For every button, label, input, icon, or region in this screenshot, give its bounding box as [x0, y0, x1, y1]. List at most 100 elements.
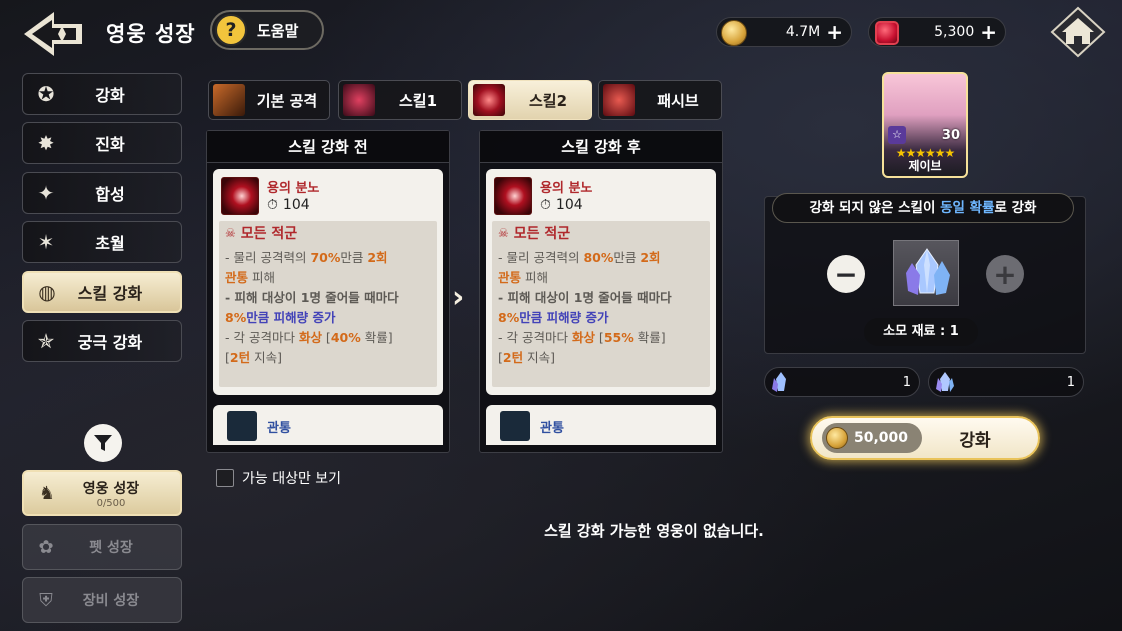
- ruby-currency: 5,300 +: [868, 17, 1006, 47]
- tab-label: 패시브: [657, 91, 699, 110]
- dragon-rage-icon: [221, 177, 259, 215]
- target-label: ☠ 모든 적군: [498, 226, 571, 242]
- checkbox-label: 가능 대상만 보기: [242, 471, 342, 487]
- desc-line: - 물리 공격력의 70%만큼 2회: [225, 250, 388, 265]
- menu-item-ultimate-enhance[interactable]: ✯ 궁극 강화: [22, 320, 182, 362]
- tab-hero-growth[interactable]: ♞ 영웅 성장 0/500: [22, 470, 182, 516]
- target-label: ☠ 모든 적군: [225, 226, 298, 242]
- tab-skill1[interactable]: 스킬1: [338, 80, 462, 120]
- tab-label: 기본 공격: [256, 91, 318, 110]
- material-cost-label: 소모 재료 : 1: [864, 318, 978, 346]
- menu-item-label: 합성: [95, 185, 125, 204]
- material-slot-2[interactable]: 1: [928, 367, 1084, 397]
- hero-growth-count: 0/500: [96, 497, 126, 509]
- back-arrow-icon: [24, 12, 82, 56]
- enhance-button[interactable]: 50,000 강화: [810, 416, 1040, 460]
- desc-line: 관통 피해: [225, 270, 275, 285]
- question-icon: ?: [215, 14, 247, 46]
- next-skill-name: 관통: [267, 421, 291, 436]
- desc-line: - 각 공격마다 화상 [40% 확률]: [225, 330, 393, 345]
- funnel-icon: [94, 435, 112, 451]
- hero-portrait[interactable]: ☆ 30 ★★★★★★ 제이브: [882, 72, 968, 178]
- plus-button[interactable]: +: [986, 255, 1024, 293]
- skull-icon: ☠: [498, 226, 509, 240]
- available-only-toggle[interactable]: 가능 대상만 보기: [216, 468, 341, 488]
- menu-item-label: 강화: [95, 86, 125, 105]
- enhance-cost: 50,000: [822, 423, 922, 453]
- gold-coin-icon: [721, 20, 747, 46]
- skill-card: 용의 분노 ⏱ 104 ☠ 모든 적군 - 물리 공격력의 70%만큼 2회 관통 …: [213, 169, 443, 395]
- checkbox[interactable]: [216, 469, 234, 487]
- gold-amount: 4.7M: [785, 24, 821, 40]
- tab-gear-growth[interactable]: ⛨ 장비 성장: [22, 577, 182, 623]
- next-skill-name: 관통: [540, 421, 564, 436]
- menu-item-enhance[interactable]: ✪ 강화: [22, 73, 182, 115]
- desc-line: - 물리 공격력의 80%만큼 2회: [498, 250, 661, 265]
- pet-growth-label: 펫 성장: [89, 540, 133, 556]
- passive-icon: [603, 84, 635, 116]
- menu-item-transcend[interactable]: ✶ 초월: [22, 221, 182, 263]
- page-title: 영웅 성장: [106, 22, 196, 46]
- desc-line: - 각 공격마다 화상 [55% 확률]: [498, 330, 666, 345]
- dragon-rage-icon: [494, 177, 532, 215]
- tab-skill2[interactable]: 스킬2: [468, 80, 592, 120]
- desc-line: [2턴 지속]: [498, 350, 555, 365]
- panel-title: 스킬 강화 후: [480, 131, 722, 163]
- tab-basic-attack[interactable]: 기본 공격: [208, 80, 330, 120]
- menu-item-fusion[interactable]: ✦ 합성: [22, 172, 182, 214]
- enhance-cost-value: 50,000: [854, 430, 909, 446]
- enhance-rule-banner: 강화 되지 않은 스킬이 동일 확률로 강화: [772, 193, 1074, 223]
- hero-silhouette-icon: ♞: [38, 482, 56, 504]
- pierce-icon: [227, 411, 257, 441]
- crystal-icon: [906, 248, 950, 295]
- desc-line: 8%만큼 피해량 증가: [225, 310, 336, 325]
- ultimate-star-icon: ✯: [37, 329, 55, 353]
- tab-label: 스킬1: [398, 91, 438, 110]
- skill-after-panel: 스킬 강화 후 용의 분노 ⏱ 104 ☠ 모든 적군 - 물리 공격력의 80%만…: [479, 130, 723, 453]
- tab-pet-growth[interactable]: ✿ 펫 성장: [22, 524, 182, 570]
- back-button[interactable]: [22, 8, 84, 60]
- timer-icon: ⏱: [267, 197, 278, 213]
- gold-coin-icon: [826, 427, 848, 449]
- ruby-amount: 5,300: [934, 24, 975, 40]
- fusion-icon: ✦: [37, 181, 55, 205]
- add-gold-button[interactable]: +: [826, 22, 843, 42]
- crystal-icon: [772, 372, 786, 392]
- home-button[interactable]: [1050, 6, 1106, 58]
- desc-line: [2턴 지속]: [225, 350, 282, 365]
- enhance-label: 강화: [959, 430, 991, 451]
- menu-item-skill-enhance[interactable]: ◍ 스킬 강화: [22, 271, 182, 313]
- skull-icon: ☠: [225, 226, 236, 240]
- slot-count: 1: [902, 374, 911, 390]
- material-slot-1[interactable]: 1: [764, 367, 920, 397]
- skill-name: 용의 분노: [540, 181, 593, 196]
- skill-before-panel: 스킬 강화 전 용의 분노 ⏱ 104 ☠ 모든 적군 - 물리 공격력의 70%만…: [206, 130, 450, 453]
- help-button[interactable]: ? 도움말: [210, 10, 324, 50]
- burst-star-icon: ✸: [37, 131, 55, 155]
- cooldown-value: 104: [555, 197, 583, 213]
- skill-description: ☠ 모든 적군 - 물리 공격력의 80%만큼 2회 관통 피해 - 피해 대상이…: [492, 221, 710, 387]
- desc-line: - 피해 대상이 1명 줄어들 때마다: [225, 290, 399, 305]
- shield-icon: ⛨: [39, 589, 53, 611]
- tab-passive[interactable]: 패시브: [598, 80, 722, 120]
- slot-count: 1: [1066, 374, 1075, 390]
- cooldown: ⏱ 104: [267, 197, 310, 213]
- menu-item-label: 궁극 강화: [77, 333, 143, 352]
- filter-button[interactable]: [84, 424, 122, 462]
- chevron-right-icon: ›: [452, 280, 465, 315]
- menu-item-evolve[interactable]: ✸ 진화: [22, 122, 182, 164]
- crystal-icon: [936, 372, 954, 392]
- home-icon: [1050, 6, 1106, 58]
- menu-item-label: 초월: [95, 234, 125, 253]
- skill-card: 용의 분노 ⏱ 104 ☠ 모든 적군 - 물리 공격력의 80%만큼 2회 관통 …: [486, 169, 716, 395]
- gold-currency: 4.7M +: [716, 17, 852, 47]
- add-ruby-button[interactable]: +: [980, 22, 997, 42]
- dragon-rage-icon: [473, 84, 505, 116]
- desc-line: - 피해 대상이 1명 줄어들 때마다: [498, 290, 672, 305]
- skill-description: ☠ 모든 적군 - 물리 공격력의 70%만큼 2회 관통 피해 - 피해 대상이…: [219, 221, 437, 387]
- hero-class-icon: ☆: [888, 126, 906, 144]
- minus-button[interactable]: −: [827, 255, 865, 293]
- tab-label: 스킬2: [528, 91, 568, 110]
- next-skill-card: 관통: [486, 405, 716, 445]
- panel-title: 스킬 강화 전: [207, 131, 449, 163]
